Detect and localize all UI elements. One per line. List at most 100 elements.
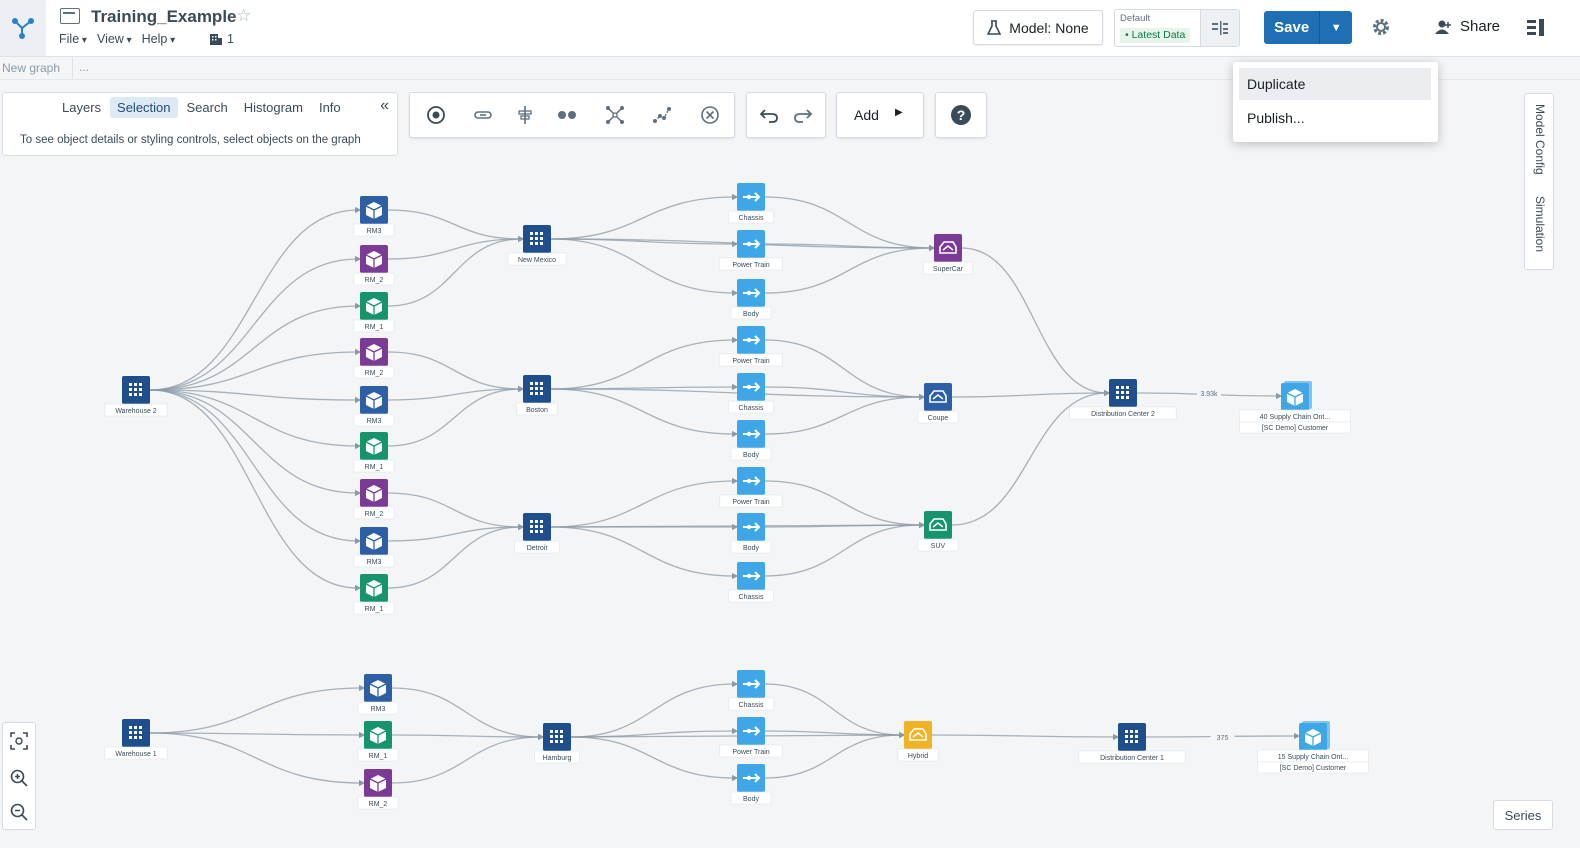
- menu-item-duplicate[interactable]: Duplicate: [1239, 68, 1431, 100]
- graph-edge[interactable]: [149, 732, 366, 787]
- graph-edge[interactable]: [387, 492, 525, 531]
- align-icon[interactable]: [503, 93, 547, 137]
- graph-node-ham_bd[interactable]: Body: [730, 764, 772, 805]
- help-button[interactable]: ?: [935, 92, 987, 138]
- graph-edge[interactable]: [149, 302, 362, 391]
- node-label: RM_1: [365, 324, 384, 331]
- graph-edge[interactable]: [550, 238, 739, 297]
- series-button[interactable]: Series: [1493, 800, 1553, 830]
- graph-node-bos[interactable]: Boston: [516, 375, 558, 416]
- graph-node-b_rm2[interactable]: RM_2: [353, 338, 395, 379]
- graph-edge[interactable]: [961, 247, 1111, 397]
- graph-node-coupe[interactable]: Coupe: [917, 383, 959, 424]
- graph-node-c_rm1[interactable]: RM_1: [353, 574, 395, 615]
- graph-node-bos_pt[interactable]: Power Train: [719, 326, 783, 367]
- graph-edge[interactable]: [570, 736, 739, 782]
- graph-edge[interactable]: [387, 385, 525, 447]
- select-icon[interactable]: [414, 93, 458, 137]
- graph-edge[interactable]: [550, 388, 739, 438]
- graph-node-c_rm2[interactable]: RM_2: [353, 479, 395, 520]
- graph-node-det_pt[interactable]: Power Train: [719, 467, 783, 508]
- graph-node-d_rm2[interactable]: RM_2: [357, 769, 399, 810]
- graph-edge[interactable]: [931, 733, 1120, 741]
- graph-edge[interactable]: [764, 731, 906, 779]
- tab-layers[interactable]: Layers: [55, 97, 108, 118]
- zoom-out-icon[interactable]: [3, 795, 35, 829]
- layout-icon[interactable]: [640, 93, 684, 137]
- tab-histogram[interactable]: Histogram: [237, 97, 310, 118]
- graph-node-det_ch[interactable]: Chassis: [728, 562, 774, 603]
- add-button[interactable]: Add ▶: [836, 92, 924, 138]
- node-label: Warehouse 2: [115, 408, 156, 415]
- graph-edge[interactable]: [149, 389, 362, 497]
- graph-node-det_bd[interactable]: Body: [730, 513, 772, 554]
- graph-node-ham_pt[interactable]: Power Train: [719, 717, 783, 758]
- node-label: Body: [743, 452, 759, 459]
- graph-edge[interactable]: [149, 684, 366, 734]
- graph-node-ham_ch[interactable]: Chassis: [728, 670, 774, 711]
- graph-edge[interactable]: [550, 477, 739, 528]
- graph-node-ham[interactable]: Hamburg: [534, 723, 580, 764]
- tab-selection[interactable]: Selection: [110, 97, 178, 118]
- tab-model-config[interactable]: Model Config: [1533, 104, 1547, 175]
- graph-edge[interactable]: [764, 339, 926, 401]
- graph-node-nm[interactable]: New Mexico: [507, 225, 567, 266]
- tab-search[interactable]: Search: [180, 97, 235, 118]
- graph-node-b_rm3[interactable]: RM3: [353, 386, 395, 427]
- graph-edge[interactable]: [951, 389, 1111, 398]
- graph-node-hybrid[interactable]: Hybrid: [897, 721, 939, 762]
- redo-icon[interactable]: [781, 93, 825, 137]
- graph-edge[interactable]: [764, 196, 936, 252]
- graph-node-dc2[interactable]: Distribution Center 2: [1069, 379, 1177, 420]
- graph-node-nm_pt[interactable]: Power Train: [719, 230, 783, 271]
- graph-edge[interactable]: [570, 680, 739, 738]
- menu-item-publish[interactable]: Publish...: [1239, 102, 1431, 134]
- graph-node-a_rm3[interactable]: RM3: [353, 196, 395, 237]
- graph-node-wh1[interactable]: Warehouse 1: [104, 719, 168, 760]
- graph-node-cust15[interactable]: 15 Supply Chain Ont... [SC Demo] Customer: [1257, 721, 1369, 774]
- graph-edge[interactable]: [149, 206, 362, 391]
- graph-edge[interactable]: [550, 336, 739, 390]
- node-label: Power Train: [732, 358, 769, 365]
- graph-edge[interactable]: [764, 244, 936, 294]
- graph-node-supercar[interactable]: SuperCar: [923, 234, 973, 275]
- graph-node-a_rm1[interactable]: RM_1: [353, 292, 395, 333]
- graph-node-c_rm3[interactable]: RM3: [353, 527, 395, 568]
- graph-node-b_rm1[interactable]: RM_1: [353, 432, 395, 473]
- node-label: RM_2: [369, 801, 388, 808]
- graph-edge[interactable]: [149, 389, 362, 545]
- remove-icon[interactable]: [688, 93, 732, 137]
- graph-edge[interactable]: [764, 683, 906, 739]
- expand-icon[interactable]: [593, 93, 637, 137]
- graph-edge[interactable]: [764, 393, 926, 435]
- graph-node-wh2[interactable]: Warehouse 2: [104, 376, 168, 417]
- tab-simulation[interactable]: Simulation: [1533, 196, 1547, 252]
- zoom-in-icon[interactable]: [3, 761, 35, 795]
- graph-edge[interactable]: [764, 480, 926, 529]
- graph-node-cust40[interactable]: 40 Supply Chain Ont... [SC Demo] Customer: [1239, 381, 1351, 434]
- graph-node-suv[interactable]: SUV: [917, 511, 959, 552]
- graph-edge[interactable]: [550, 193, 739, 240]
- node-label: Body: [743, 545, 759, 552]
- collapse-panel-icon[interactable]: «: [380, 97, 389, 115]
- fit-to-screen-icon[interactable]: [3, 724, 35, 758]
- graph-edge[interactable]: [391, 733, 545, 784]
- tab-info[interactable]: Info: [312, 97, 348, 118]
- graph-edge[interactable]: [391, 687, 545, 741]
- graph-node-nm_bd[interactable]: Body: [730, 279, 772, 320]
- graph-node-a_rm2[interactable]: RM_2: [353, 245, 395, 286]
- graph-edge[interactable]: [764, 521, 926, 577]
- group-icon[interactable]: [545, 93, 589, 137]
- graph-edge[interactable]: [387, 523, 525, 589]
- graph-node-nm_ch[interactable]: Chassis: [728, 183, 774, 224]
- graph-node-bos_bd[interactable]: Body: [730, 420, 772, 461]
- graph-node-d_rm1[interactable]: RM_1: [357, 721, 399, 762]
- graph-node-dc1[interactable]: Distribution Center 1: [1078, 723, 1186, 764]
- graph-edge[interactable]: [387, 351, 525, 393]
- graph-edge[interactable]: [387, 209, 525, 243]
- graph-edge[interactable]: [149, 389, 362, 450]
- graph-node-det[interactable]: Detroit: [514, 513, 560, 554]
- graph-edge[interactable]: [550, 526, 739, 580]
- link-icon[interactable]: [461, 93, 505, 137]
- graph-node-d_rm3[interactable]: RM3: [357, 674, 399, 715]
